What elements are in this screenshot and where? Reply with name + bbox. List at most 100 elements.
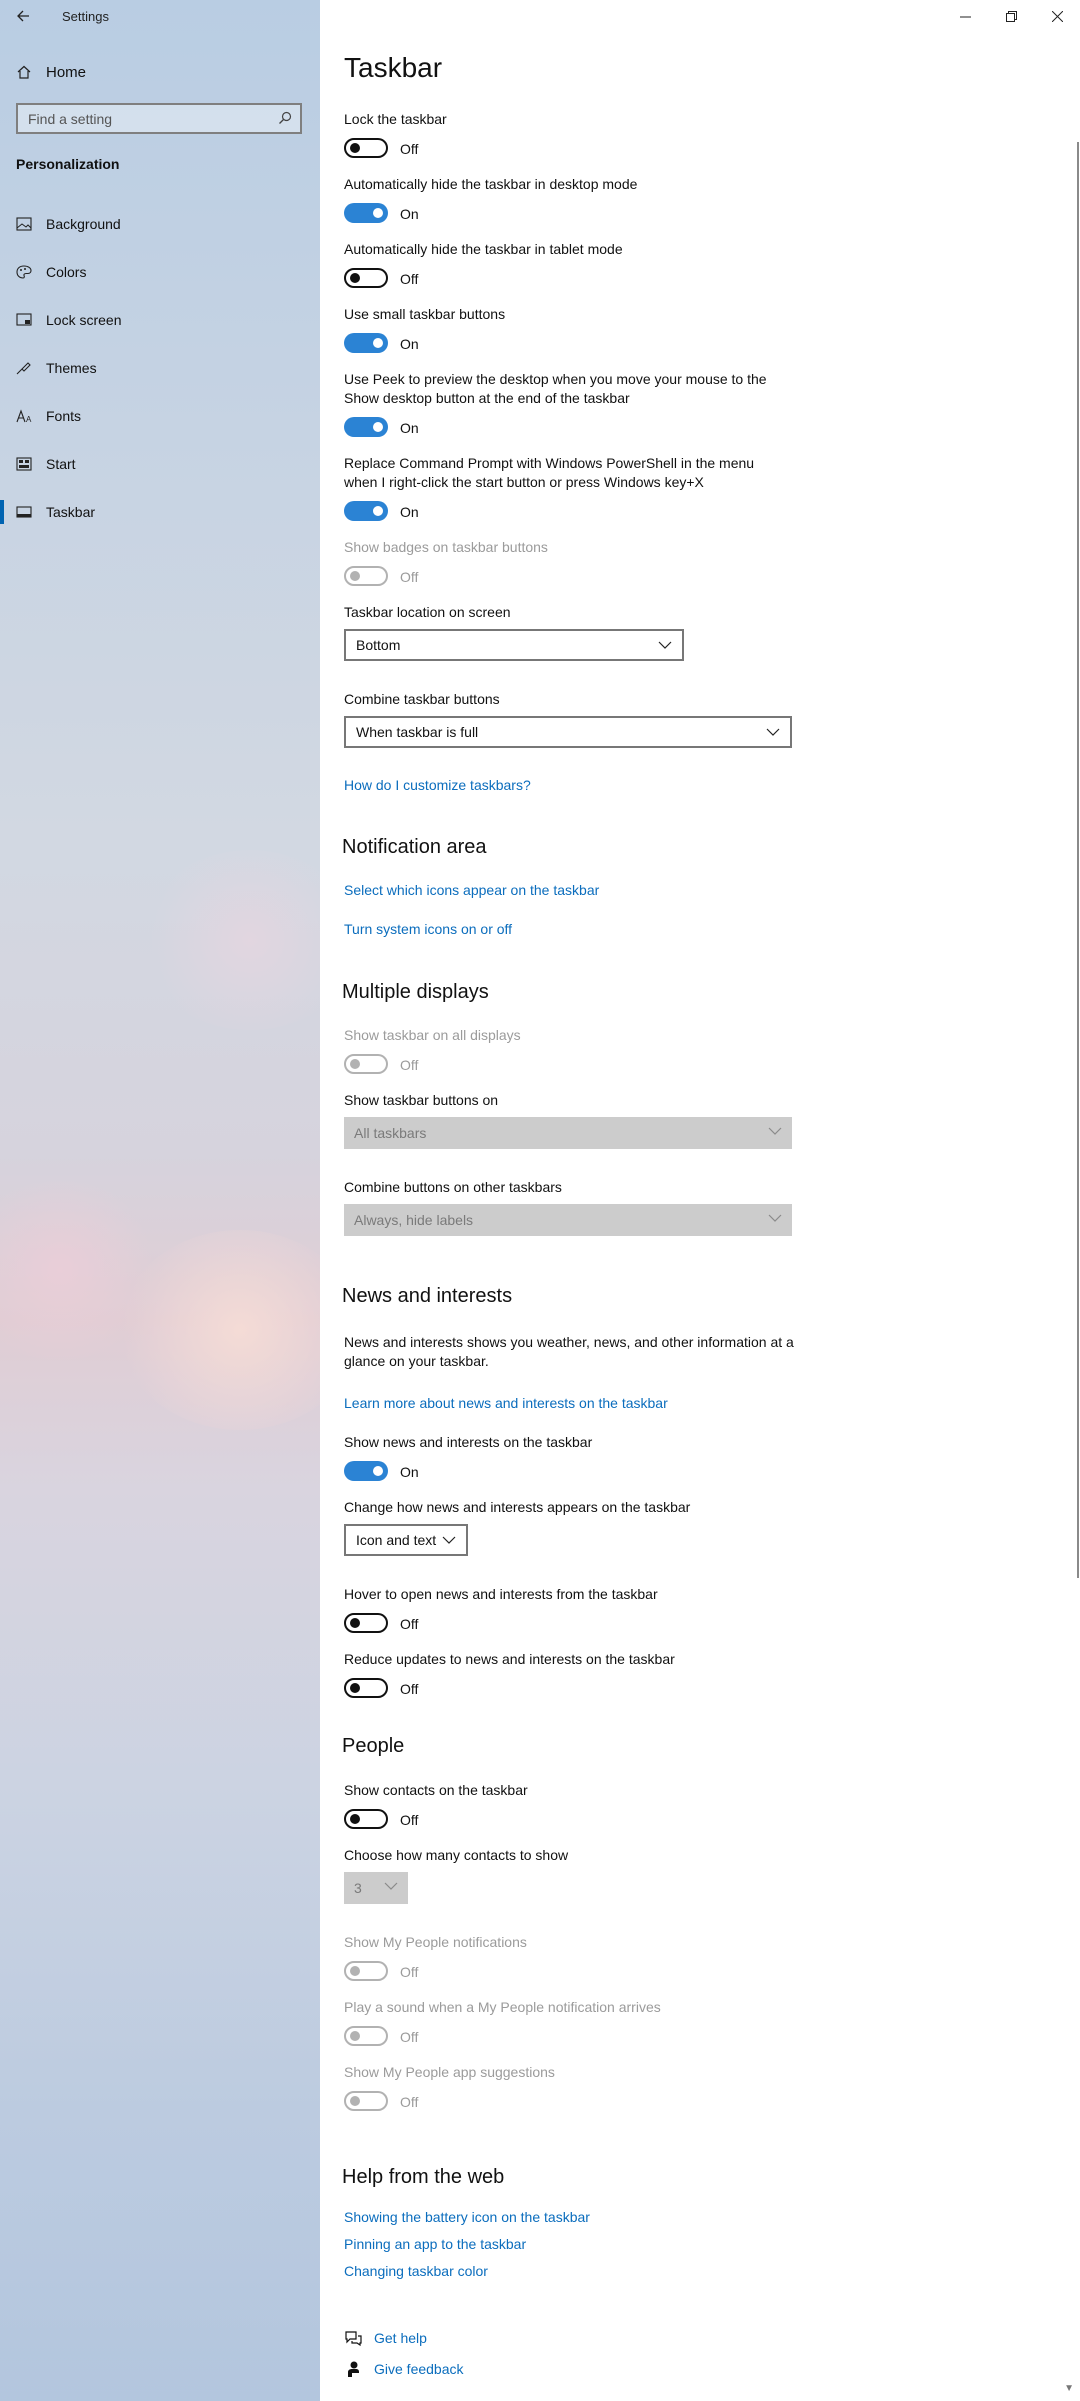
palette-icon xyxy=(16,265,32,279)
system-icons-link[interactable]: Turn system icons on or off xyxy=(344,921,512,937)
show-news-label: Show news and interests on the taskbar xyxy=(344,1434,593,1450)
toggle-knob xyxy=(350,571,360,581)
lock-screen-icon xyxy=(16,313,32,326)
sidebar-item-colors[interactable]: Colors xyxy=(0,252,320,292)
sidebar-item-start[interactable]: Start xyxy=(0,444,320,484)
dropdown-value: Bottom xyxy=(356,637,401,653)
combine-label: Combine taskbar buttons xyxy=(344,691,500,707)
toggle-knob xyxy=(350,273,360,283)
toggle-knob xyxy=(350,1618,360,1628)
news-appearance-dropdown[interactable]: Icon and text xyxy=(344,1524,468,1556)
select-icons-link[interactable]: Select which icons appear on the taskbar xyxy=(344,882,599,898)
search-box[interactable] xyxy=(16,103,302,134)
sidebar-item-background[interactable]: Background xyxy=(0,204,320,244)
help-heading: Help from the web xyxy=(342,2166,505,2188)
navigation-pane: Settings Home Personalization Background… xyxy=(0,0,360,2401)
sidebar-item-label: Themes xyxy=(46,360,97,376)
toggle-knob xyxy=(350,1966,360,1976)
help-link-color[interactable]: Changing taskbar color xyxy=(344,2263,488,2279)
sidebar-item-themes[interactable]: Themes xyxy=(0,348,320,388)
toggle-state-text: On xyxy=(400,336,419,352)
small-buttons-label: Use small taskbar buttons xyxy=(344,306,506,322)
scrollbar[interactable] xyxy=(1074,32,1080,2401)
dropdown-value: All taskbars xyxy=(354,1125,427,1141)
title-bar: Settings xyxy=(0,0,109,32)
hover-news-label: Hover to open news and interests from th… xyxy=(344,1586,658,1602)
toggle-knob xyxy=(373,422,383,432)
people-notifications-label: Show My People notifications xyxy=(344,1934,527,1950)
back-button[interactable] xyxy=(0,0,46,32)
search-input[interactable] xyxy=(18,110,258,127)
powershell-toggle[interactable] xyxy=(344,501,388,521)
combine-other-dropdown: Always, hide labels xyxy=(344,1204,792,1236)
sidebar-item-taskbar[interactable]: Taskbar xyxy=(0,492,320,532)
lock-taskbar-toggle[interactable] xyxy=(344,138,388,158)
section-heading: Personalization xyxy=(16,156,120,172)
close-icon xyxy=(1051,10,1063,22)
get-help-row[interactable]: Get help xyxy=(344,2329,427,2347)
window-controls xyxy=(942,0,1080,32)
home-nav-item[interactable]: Home xyxy=(0,56,320,88)
page-title: Taskbar xyxy=(344,52,443,83)
chevron-down-icon xyxy=(384,1882,398,1890)
hover-news-toggle[interactable] xyxy=(344,1613,388,1633)
autohide-desktop-toggle[interactable] xyxy=(344,203,388,223)
sidebar-item-label: Fonts xyxy=(46,408,82,424)
dropdown-value: When taskbar is full xyxy=(356,724,479,740)
people-suggestions-label: Show My People app suggestions xyxy=(344,2064,555,2080)
help-link-pinning[interactable]: Pinning an app to the taskbar xyxy=(344,2236,526,2252)
news-description: News and interests shows you weather, ne… xyxy=(344,1334,794,1369)
toggle-knob xyxy=(373,1466,383,1476)
search-icon[interactable] xyxy=(278,111,292,125)
learn-more-link[interactable]: Learn more about news and interests on t… xyxy=(344,1395,668,1411)
scroll-down-icon[interactable]: ▼ xyxy=(1064,2383,1074,2394)
toggle-state-text: Off xyxy=(400,1964,419,1980)
notification-area-heading: Notification area xyxy=(342,836,487,858)
people-suggestions-toggle xyxy=(344,2091,388,2111)
contacts-count-dropdown: 3 xyxy=(344,1872,408,1904)
buttons-on-dropdown: All taskbars xyxy=(344,1117,792,1149)
chevron-down-icon xyxy=(768,1127,782,1135)
toggle-knob xyxy=(373,338,383,348)
toggle-state-text: On xyxy=(400,420,419,436)
minimize-button[interactable] xyxy=(942,0,988,32)
location-dropdown[interactable]: Bottom xyxy=(344,629,684,661)
toggle-knob xyxy=(350,1059,360,1069)
autohide-tablet-toggle[interactable] xyxy=(344,268,388,288)
badges-toggle xyxy=(344,566,388,586)
show-all-displays-toggle xyxy=(344,1054,388,1074)
toggle-knob xyxy=(350,143,360,153)
toggle-state-text: Off xyxy=(400,141,419,157)
toggle-state-text: Off xyxy=(400,2029,419,2045)
close-button[interactable] xyxy=(1034,0,1080,32)
toggle-knob xyxy=(373,506,383,516)
help-link-battery[interactable]: Showing the battery icon on the taskbar xyxy=(344,2209,590,2225)
peek-toggle[interactable] xyxy=(344,417,388,437)
customize-taskbars-link[interactable]: How do I customize taskbars? xyxy=(344,777,531,793)
toggle-state-text: On xyxy=(400,1464,419,1480)
get-help-link[interactable]: Get help xyxy=(374,2330,427,2346)
sidebar-item-fonts[interactable]: A Fonts xyxy=(0,396,320,436)
contacts-count-label: Choose how many contacts to show xyxy=(344,1847,569,1863)
lock-taskbar-label: Lock the taskbar xyxy=(344,111,447,127)
buttons-on-label: Show taskbar buttons on xyxy=(344,1092,499,1108)
toggle-knob xyxy=(350,2096,360,2106)
toggle-state-text: Off xyxy=(400,569,419,585)
location-label: Taskbar location on screen xyxy=(344,604,511,620)
sidebar-item-lock-screen[interactable]: Lock screen xyxy=(0,300,320,340)
give-feedback-link[interactable]: Give feedback xyxy=(374,2361,464,2377)
small-buttons-toggle[interactable] xyxy=(344,333,388,353)
toggle-knob xyxy=(350,2031,360,2041)
minimize-icon xyxy=(959,16,971,17)
reduce-updates-toggle[interactable] xyxy=(344,1678,388,1698)
scrollbar-thumb[interactable] xyxy=(1077,142,1079,1578)
app-title: Settings xyxy=(62,8,109,24)
restore-button[interactable] xyxy=(988,0,1034,32)
give-feedback-row[interactable]: Give feedback xyxy=(344,2360,464,2378)
autohide-desktop-label: Automatically hide the taskbar in deskto… xyxy=(344,176,638,192)
combine-dropdown[interactable]: When taskbar is full xyxy=(344,716,792,748)
show-contacts-toggle[interactable] xyxy=(344,1809,388,1829)
start-icon xyxy=(16,457,32,471)
chevron-down-icon xyxy=(768,1214,782,1222)
show-news-toggle[interactable] xyxy=(344,1461,388,1481)
